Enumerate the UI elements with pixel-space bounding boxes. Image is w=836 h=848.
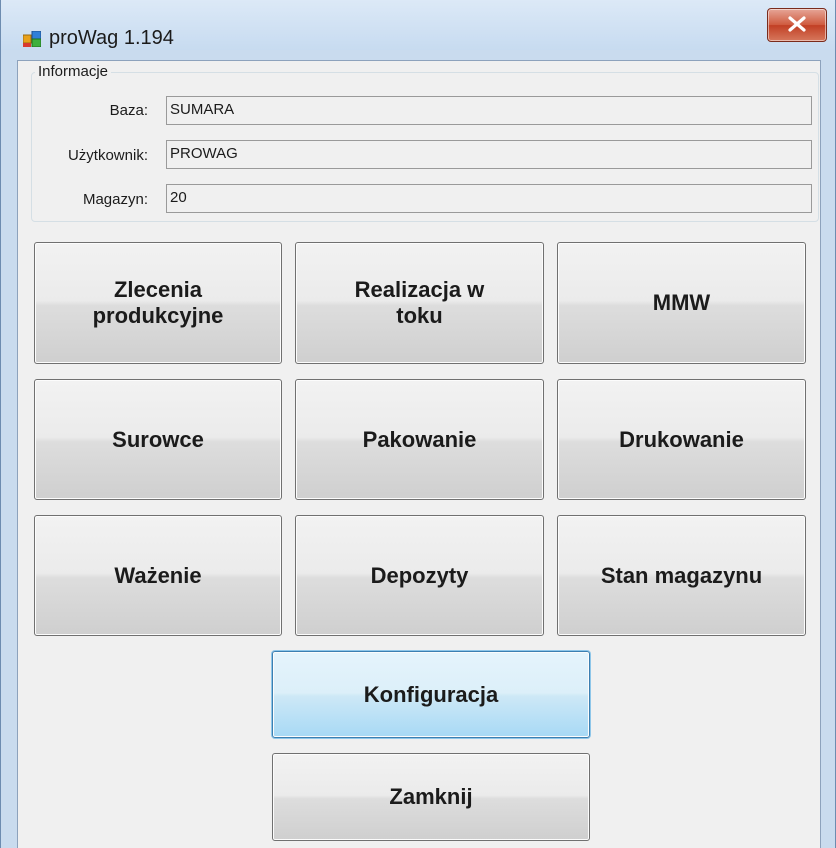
close-button[interactable] (767, 8, 827, 42)
zlecenia-produkcyjne-button[interactable]: Zlecenia produkcyjne (34, 242, 282, 364)
mmw-button[interactable]: MMW (557, 242, 806, 364)
mmw-label: MMW (652, 290, 711, 315)
magazyn-field[interactable]: 20 (166, 184, 812, 213)
title-bar[interactable]: proWag 1.194 (1, 0, 835, 50)
zamknij-label: Zamknij (389, 784, 473, 809)
magazyn-label: Magazyn: (82, 191, 148, 208)
depozyty-button[interactable]: Depozyty (295, 515, 544, 636)
baza-label: Baza: (109, 102, 148, 119)
window-title: proWag 1.194 (49, 27, 174, 49)
surowce-label: Surowce (112, 426, 204, 452)
realizacja-w-toku-button[interactable]: Realizacja w toku (295, 242, 544, 364)
pakowanie-label: Pakowanie (362, 426, 477, 452)
stan-magazynu-label: Stan magazynu (600, 562, 763, 588)
close-x-icon (788, 16, 806, 32)
konfiguracja-button[interactable]: Konfiguracja (272, 651, 590, 738)
pakowanie-button[interactable]: Pakowanie (295, 379, 544, 500)
uzytkownik-label: Użytkownik: (67, 147, 148, 164)
wazenie-label: Ważenie (114, 562, 202, 588)
drukowanie-label: Drukowanie (619, 426, 744, 452)
app-window: proWag 1.194 Informacje Baza: SUMARA Uży… (0, 0, 836, 848)
konfiguracja-label: Konfiguracja (363, 681, 499, 707)
drukowanie-button[interactable]: Drukowanie (557, 379, 806, 500)
stan-magazynu-button[interactable]: Stan magazynu (557, 515, 806, 636)
zamknij-button[interactable]: Zamknij (272, 753, 590, 841)
zlecenia-produkcyjne-label: Zlecenia produkcyjne (92, 277, 224, 328)
info-group-legend: Informacje (35, 63, 112, 80)
wazenie-button[interactable]: Ważenie (34, 515, 282, 636)
realizacja-w-toku-label: Realizacja w toku (354, 277, 485, 328)
baza-field[interactable]: SUMARA (166, 96, 812, 125)
surowce-button[interactable]: Surowce (34, 379, 282, 500)
depozyty-label: Depozyty (370, 562, 469, 588)
app-icon (23, 31, 41, 47)
uzytkownik-field[interactable]: PROWAG (166, 140, 812, 169)
